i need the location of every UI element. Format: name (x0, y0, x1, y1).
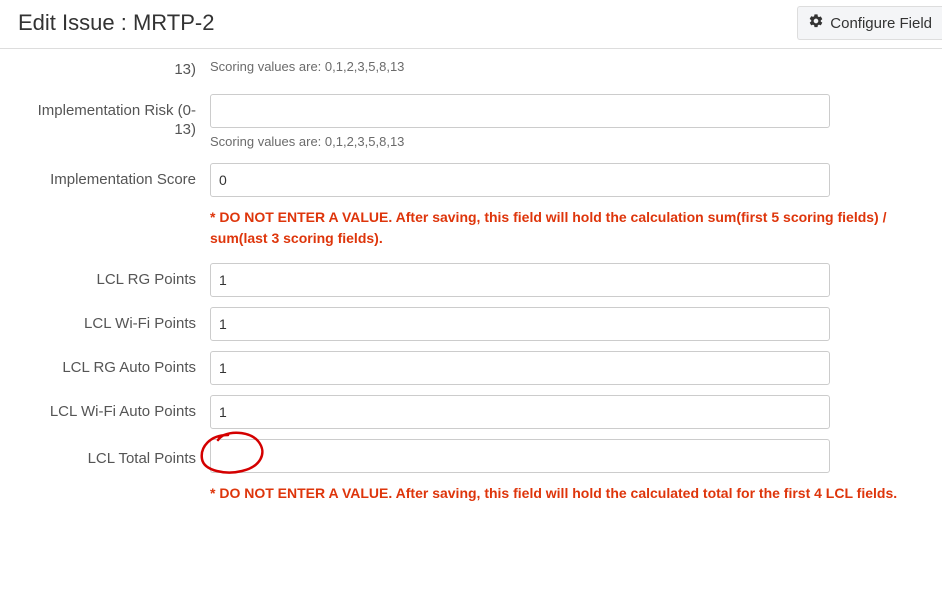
field-label: LCL Wi-Fi Points (20, 307, 210, 334)
field-hint: Scoring values are: 0,1,2,3,5,8,13 (210, 59, 922, 74)
gear-icon (808, 13, 824, 33)
implementation-score-input[interactable] (210, 163, 830, 197)
field-hint: Scoring values are: 0,1,2,3,5,8,13 (210, 134, 922, 149)
field-row-lcl-wifi-auto-points: LCL Wi-Fi Auto Points (20, 395, 922, 429)
field-warning: * DO NOT ENTER A VALUE. After saving, th… (210, 483, 922, 504)
field-label: Implementation Score (20, 163, 210, 190)
lcl-wifi-points-input[interactable] (210, 307, 830, 341)
field-row-lcl-rg-auto-points: LCL RG Auto Points (20, 351, 922, 385)
lcl-rg-points-input[interactable] (210, 263, 830, 297)
page-title: Edit Issue : MRTP-2 (18, 10, 214, 36)
field-label: LCL RG Points (20, 263, 210, 290)
lcl-rg-auto-points-input[interactable] (210, 351, 830, 385)
field-row-implementation-risk: Implementation Risk (0-13) Scoring value… (20, 94, 922, 149)
field-label: LCL Wi-Fi Auto Points (20, 395, 210, 422)
field-row-implementation-score: Implementation Score * DO NOT ENTER A VA… (20, 163, 922, 249)
field-row-partial-top: 13) Scoring values are: 0,1,2,3,5,8,13 (20, 53, 922, 80)
field-warning: * DO NOT ENTER A VALUE. After saving, th… (210, 207, 922, 249)
edit-issue-form: 13) Scoring values are: 0,1,2,3,5,8,13 I… (0, 53, 942, 524)
configure-fields-label: Configure Field (830, 15, 932, 32)
configure-fields-button[interactable]: Configure Field (797, 6, 942, 40)
field-row-lcl-rg-points: LCL RG Points (20, 263, 922, 297)
field-label: Implementation Risk (0-13) (20, 94, 210, 140)
field-label: LCL RG Auto Points (20, 351, 210, 378)
lcl-total-points-input[interactable] (210, 439, 830, 473)
dialog-header: Edit Issue : MRTP-2 Configure Field (0, 0, 942, 49)
field-row-lcl-wifi-points: LCL Wi-Fi Points (20, 307, 922, 341)
field-label-partial: 13) (20, 53, 210, 80)
field-label: LCL Total Points (20, 439, 210, 469)
lcl-wifi-auto-points-input[interactable] (210, 395, 830, 429)
field-row-lcl-total-points: LCL Total Points * DO NOT ENTER A VALUE.… (20, 439, 922, 504)
implementation-risk-input[interactable] (210, 94, 830, 128)
